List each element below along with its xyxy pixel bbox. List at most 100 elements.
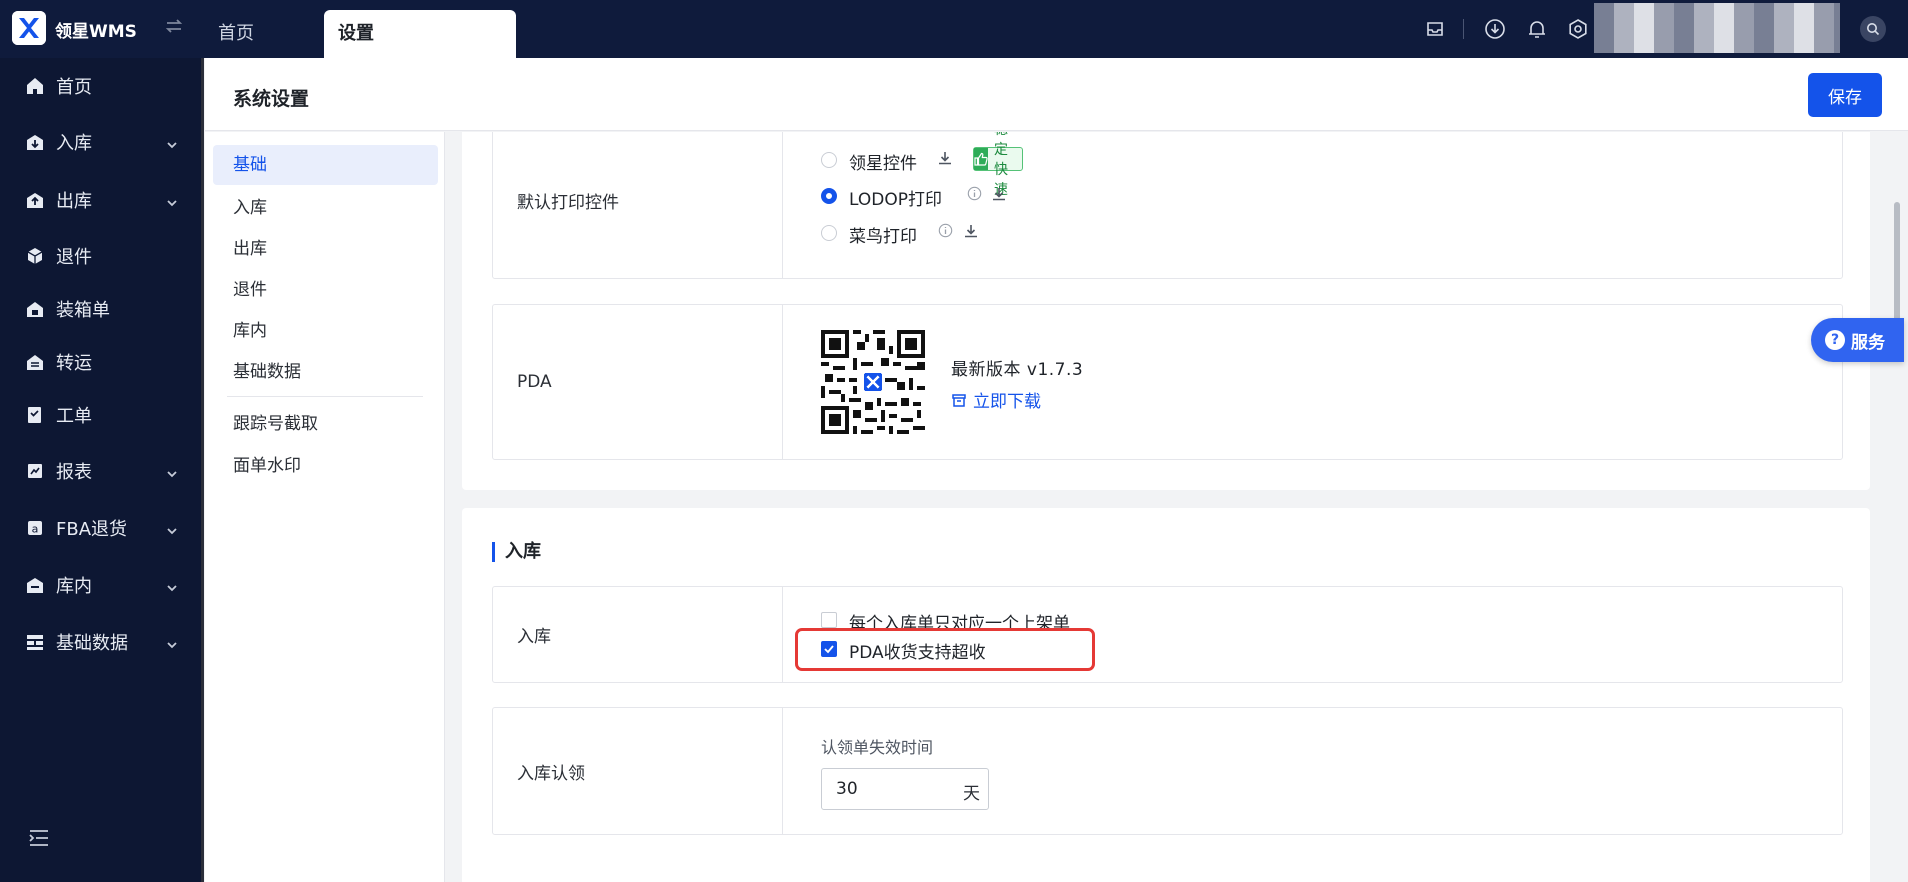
print-control-label: 默认打印控件 [493, 132, 783, 278]
checkbox-one-putaway[interactable] [821, 612, 837, 628]
inbound-row: 入库 每个入库单只对应一个上架单 PDA收货支持超收 [492, 586, 1843, 683]
settings-gear-icon[interactable] [1565, 16, 1591, 42]
divider [227, 396, 423, 397]
divider [1463, 19, 1464, 39]
sidebar-item-home[interactable]: 首页 [0, 64, 200, 108]
sidebar-item-label: 报表 [56, 462, 92, 483]
submenu-item-basic[interactable]: 基础 [213, 145, 438, 185]
search-icon[interactable] [1860, 16, 1886, 42]
download-icon[interactable] [963, 223, 979, 239]
submenu-item-returns[interactable]: 退件 [213, 270, 438, 310]
logo-icon [12, 11, 46, 45]
claim-expiry-input[interactable]: 天 [821, 768, 989, 810]
download-link-label: 立即下载 [973, 392, 1041, 412]
help-icon: ? [1825, 330, 1845, 350]
highlight-box [795, 628, 1095, 671]
section-title-inbound: 入库 [492, 542, 541, 562]
submenu-item-base-data[interactable]: 基础数据 [213, 352, 438, 392]
service-button[interactable]: ? 服务 [1811, 318, 1904, 362]
menu-collapse-icon[interactable] [28, 828, 50, 853]
sidebar-item-base-data[interactable]: 基础数据 [0, 620, 200, 664]
info-icon[interactable] [967, 186, 982, 201]
save-button[interactable]: 保存 [1808, 73, 1882, 117]
pda-qr-code [821, 330, 925, 434]
chevron-down-icon [166, 193, 178, 214]
sidebar: 首页 入库 出库 退件 装箱单 转运 工单 报表 a FBA退货 库内 基础数据 [0, 58, 204, 882]
download-icon[interactable] [937, 150, 953, 166]
sidebar-item-in-warehouse[interactable]: 库内 [0, 563, 200, 607]
inbox-icon[interactable] [1422, 16, 1448, 42]
report-icon [24, 460, 46, 482]
page-header: 系统设置 保存 [205, 58, 1908, 131]
print-control-row: 默认打印控件 领星控件 稳定快速 LODOP打印 [492, 132, 1843, 279]
archive-icon [951, 392, 967, 408]
submenu-item-inbound[interactable]: 入库 [213, 188, 438, 228]
sidebar-item-label: 入库 [56, 133, 92, 154]
inbound-row-label: 入库 [493, 587, 783, 682]
submenu-item-in-warehouse[interactable]: 库内 [213, 311, 438, 351]
sidebar-item-label: 装箱单 [56, 300, 110, 321]
option-label: LODOP打印 [849, 190, 942, 210]
sidebar-item-packing[interactable]: 装箱单 [0, 287, 200, 331]
svg-text:a: a [32, 523, 39, 536]
option-label: 领星控件 [849, 154, 917, 174]
chevron-down-icon [166, 521, 178, 542]
page-title: 系统设置 [233, 88, 310, 110]
sidebar-item-label: 首页 [56, 77, 92, 98]
pda-download-link[interactable]: 立即下载 [951, 387, 1041, 412]
radio-lodop[interactable] [821, 188, 837, 204]
sidebar-item-fba-returns[interactable]: a FBA退货 [0, 506, 200, 550]
tab-settings[interactable]: 设置 [324, 10, 516, 58]
pda-row: PDA 最新版本 v1.7.3 立即下载 [492, 304, 1843, 460]
packing-icon [24, 298, 46, 320]
sidebar-item-workorder[interactable]: 工单 [0, 393, 200, 437]
inbound-claim-label: 入库认领 [493, 708, 783, 834]
amazon-icon: a [24, 517, 46, 539]
sidebar-item-report[interactable]: 报表 [0, 449, 200, 493]
transfer-icon [24, 351, 46, 373]
sidebar-item-inbound[interactable]: 入库 [0, 120, 200, 164]
sidebar-item-label: 退件 [56, 247, 92, 268]
option-label: 菜鸟打印 [849, 227, 917, 247]
workorder-icon [24, 404, 46, 426]
swap-icon[interactable] [164, 16, 184, 41]
submenu-item-tracking-cut[interactable]: 跟踪号截取 [213, 404, 438, 444]
chevron-down-icon [166, 464, 178, 485]
sidebar-item-label: FBA退货 [56, 519, 128, 540]
top-bar: 领星WMS 首页 设置 [0, 0, 1908, 58]
thumbs-up-icon [974, 148, 988, 170]
download-icon[interactable] [1482, 16, 1508, 42]
claim-expiry-value[interactable] [822, 769, 942, 809]
sidebar-item-label: 转运 [56, 353, 92, 374]
inbound-icon [24, 131, 46, 153]
radio-cainiao[interactable] [821, 225, 837, 241]
inbound-claim-row: 入库认领 认领单失效时间 天 [492, 707, 1843, 835]
sidebar-item-label: 工单 [56, 406, 92, 427]
sidebar-item-label: 基础数据 [56, 633, 128, 654]
home-icon [24, 75, 46, 97]
claim-expiry-label: 认领单失效时间 [821, 738, 934, 757]
sidebar-item-label: 出库 [56, 191, 92, 212]
warehouse-icon [24, 574, 46, 596]
chevron-down-icon [166, 578, 178, 599]
submenu-item-outbound[interactable]: 出库 [213, 229, 438, 269]
pda-version: 最新版本 v1.7.3 [951, 360, 1084, 380]
radio-lingxing[interactable] [821, 152, 837, 168]
app-name: 领星WMS [55, 22, 137, 42]
submenu-item-label-watermark[interactable]: 面单水印 [213, 446, 438, 486]
sidebar-item-transfer[interactable]: 转运 [0, 340, 200, 384]
data-icon [24, 631, 46, 653]
tab-home[interactable]: 首页 [218, 10, 254, 58]
info-icon[interactable] [938, 223, 953, 238]
chevron-down-icon [166, 135, 178, 156]
sidebar-item-outbound[interactable]: 出库 [0, 178, 200, 222]
return-icon [24, 245, 46, 267]
sidebar-item-returns[interactable]: 退件 [0, 234, 200, 278]
unit-label: 天 [963, 784, 980, 804]
outbound-icon [24, 189, 46, 211]
pda-label: PDA [493, 305, 783, 459]
bell-icon[interactable] [1524, 16, 1550, 42]
download-icon[interactable] [991, 186, 1007, 202]
user-info-blurred[interactable] [1594, 3, 1840, 53]
inbound-settings-card: 入库 入库 每个入库单只对应一个上架单 PDA收货支持超收 入库认领 认领单失效… [462, 508, 1870, 882]
